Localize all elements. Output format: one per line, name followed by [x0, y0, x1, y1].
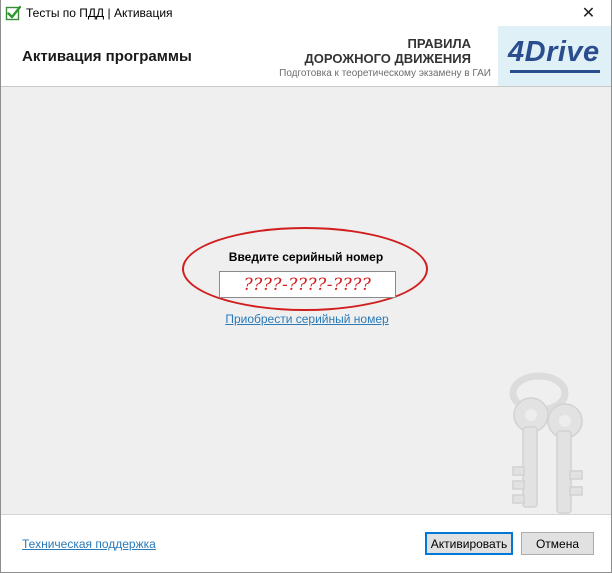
tech-support-link[interactable]: Техническая поддержка [22, 537, 156, 551]
rules-subtitle: Подготовка к теоретическому экзамену в Г… [279, 68, 491, 79]
logo-underline [510, 70, 600, 73]
header-band: Активация программы ПРАВИЛА ДОРОЖНОГО ДВ… [1, 26, 611, 86]
close-icon: ✕ [581, 5, 596, 22]
keys-icon [509, 372, 583, 514]
serial-label: Введите серийный номер [228, 250, 384, 264]
serial-number-input[interactable] [219, 271, 396, 298]
checkbox-check-icon [5, 5, 21, 21]
logo-text: 4Drive [508, 36, 600, 68]
window-title: Тесты по ПДД | Активация [26, 6, 173, 20]
title-bar[interactable]: Тесты по ПДД | Активация ✕ [1, 0, 611, 26]
activation-window: Тесты по ПДД | Активация ✕ Активация про… [0, 0, 612, 573]
cancel-button[interactable]: Отмена [521, 532, 594, 555]
buy-serial-link[interactable]: Приобрести серийный номер [1, 312, 611, 326]
activate-button[interactable]: Активировать [425, 532, 513, 555]
highlight-ellipse [182, 227, 428, 311]
page-title: Активация программы [22, 48, 192, 65]
rules-title: ПРАВИЛА ДОРОЖНОГО ДВИЖЕНИЯ [241, 36, 471, 66]
close-button[interactable]: ✕ [566, 0, 611, 26]
footer-bar: Техническая поддержка Активировать Отмен… [1, 515, 611, 572]
brand-logo: 4Drive [498, 26, 611, 86]
rules-title-line2: ДОРОЖНОГО ДВИЖЕНИЯ [304, 51, 471, 66]
rules-title-line1: ПРАВИЛА [407, 36, 471, 51]
main-area: Введите серийный номер Приобрести серийн… [1, 87, 611, 514]
